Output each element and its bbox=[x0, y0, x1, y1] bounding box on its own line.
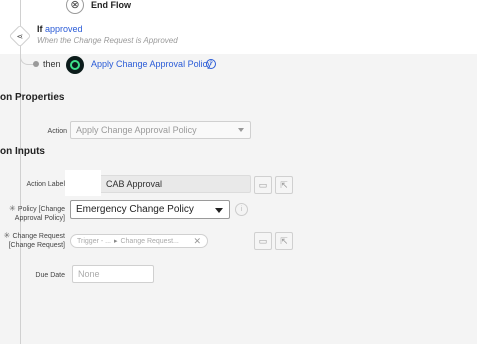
policy-label-text: Policy [Change Approval Policy] bbox=[14, 206, 65, 222]
connector-dot bbox=[33, 61, 39, 67]
change-request-field-label: ✳ Change Request [Change Request] bbox=[3, 231, 65, 250]
pill-trigger-text: Trigger - ... bbox=[77, 237, 111, 245]
chevron-down-icon bbox=[215, 207, 223, 213]
pill-change-text: Change Request... bbox=[120, 237, 179, 245]
action-link[interactable]: Apply Change Approval Policy bbox=[91, 59, 212, 69]
if-condition[interactable]: If approved bbox=[37, 24, 83, 34]
calendar-icon[interactable]: ▭ bbox=[254, 232, 272, 250]
due-date-field-label: Due Date bbox=[35, 272, 65, 279]
end-flow-label: End Flow bbox=[91, 0, 131, 10]
inputs-section-title: on Inputs bbox=[0, 146, 45, 157]
action-select[interactable]: Apply Change Approval Policy bbox=[70, 121, 251, 139]
action-select-value: Apply Change Approval Policy bbox=[76, 125, 197, 135]
properties-section-title: on Properties bbox=[0, 92, 65, 103]
help-circle-icon[interactable]: ? bbox=[206, 59, 216, 69]
policy-select-value: Emergency Change Policy bbox=[76, 204, 194, 215]
action-field-label: Action bbox=[47, 128, 67, 135]
action-label-value: CAB Approval bbox=[106, 179, 163, 189]
change-request-label-text: Change Request [Change Request] bbox=[8, 233, 65, 249]
due-date-placeholder: None bbox=[78, 269, 100, 279]
data-pill-picker-icon[interactable]: ⇱ bbox=[275, 232, 293, 250]
required-icon: ✳ bbox=[8, 204, 18, 213]
if-keyword: If bbox=[37, 24, 43, 34]
calendar-icon[interactable]: ▭ bbox=[254, 176, 272, 194]
policy-field-label: ✳ Policy [Change Approval Policy] bbox=[3, 204, 65, 223]
policy-select[interactable]: Emergency Change Policy bbox=[70, 200, 230, 219]
if-condition-link[interactable]: approved bbox=[45, 24, 83, 34]
if-description: When the Change Request is Approved bbox=[37, 36, 178, 45]
redaction-block bbox=[65, 170, 101, 196]
due-date-input[interactable]: None bbox=[72, 265, 154, 283]
action-target-icon bbox=[66, 56, 84, 74]
clear-icon[interactable]: ✕ bbox=[193, 236, 201, 247]
then-label: then bbox=[43, 59, 61, 69]
chevron-down-icon bbox=[238, 128, 244, 132]
properties-panel bbox=[0, 54, 477, 344]
info-icon[interactable]: i bbox=[235, 203, 248, 216]
data-pill-picker-icon[interactable]: ⇱ bbox=[275, 176, 293, 194]
pill-separator-icon: ▸ bbox=[113, 238, 118, 245]
action-label-field-label: Action Label bbox=[26, 181, 65, 188]
change-request-pill[interactable]: Trigger - ... ▸ Change Request... ✕ bbox=[70, 234, 208, 248]
